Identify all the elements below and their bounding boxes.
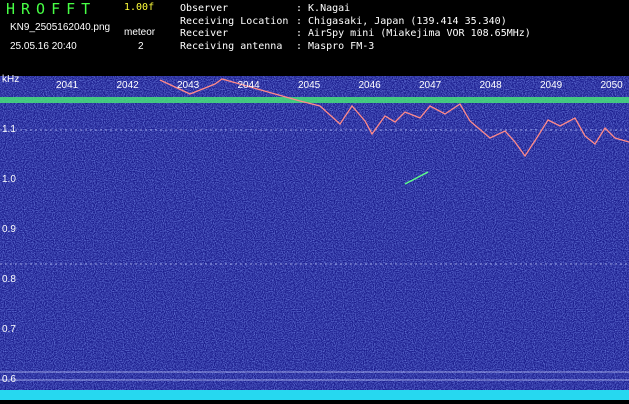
header-panel: HROFFT 1.00f KN9_2505162040.png meteor 2… xyxy=(0,0,629,74)
y-tick-label: 0.7 xyxy=(2,324,16,335)
y-tick-label: 1.1 xyxy=(2,124,16,135)
x-tick-label: 2045 xyxy=(298,80,321,91)
carrier-band xyxy=(0,97,629,103)
x-tick-label: 2043 xyxy=(177,80,200,91)
meteor-label: meteor xyxy=(124,27,156,38)
info-key: Receiver xyxy=(180,28,229,39)
x-tick-label: 2046 xyxy=(358,80,381,91)
info-value: : AirSpy mini (Miakejima VOR 108.65MHz) xyxy=(296,28,531,39)
app-logo: HROFFT xyxy=(6,0,97,18)
y-tick-label: 1.0 xyxy=(2,174,16,185)
spectrogram-canvas xyxy=(0,76,629,400)
info-key: Receiving Location xyxy=(180,15,289,27)
info-key: Receiving antenna xyxy=(180,40,283,52)
x-tick-label: 2044 xyxy=(237,80,260,91)
y-axis-unit: kHz xyxy=(2,74,20,85)
noise-texture xyxy=(0,76,629,400)
x-tick-label: 2049 xyxy=(540,80,563,91)
x-tick-label: 2042 xyxy=(116,80,139,91)
info-row-observer: Observer : K.Nagai xyxy=(180,3,531,16)
info-value: : Chigasaki, Japan (139.414 35.340) xyxy=(296,15,507,27)
x-tick-label: 2050 xyxy=(600,80,623,91)
y-tick-label: 0.6 xyxy=(2,374,16,385)
info-row-receiver: Receiver : AirSpy mini (Miakejima VOR 108… xyxy=(180,28,531,41)
x-tick-label: 2041 xyxy=(56,80,79,91)
x-tick-label: 2047 xyxy=(419,80,442,91)
noise-floor xyxy=(0,390,629,400)
y-tick-label: 0.9 xyxy=(2,224,16,235)
spectrogram-plot: kHz 1.1 1.0 0.9 0.8 0.7 0.6 2041 2042 2043 2044 2… xyxy=(0,74,629,400)
observation-datetime: 25.05.16 20:40 xyxy=(10,41,77,52)
app-version: 1.00f xyxy=(124,2,155,13)
info-row-antenna: Receiving antenna : Maspro FM-3 xyxy=(180,41,531,54)
y-tick-label: 0.8 xyxy=(2,274,16,285)
station-info: Observer : K.Nagai Receiving Location : Ch… xyxy=(180,3,531,53)
meteor-count: 2 xyxy=(138,41,144,52)
info-row-location: Receiving Location : Chigasaki, Japan (13… xyxy=(180,16,531,29)
file-name: KN9_2505162040.png xyxy=(10,22,111,33)
info-value: : Maspro FM-3 xyxy=(296,40,375,52)
x-tick-label: 2048 xyxy=(479,80,502,91)
info-key: Observer xyxy=(180,3,229,14)
info-value: : K.Nagai xyxy=(296,3,351,14)
